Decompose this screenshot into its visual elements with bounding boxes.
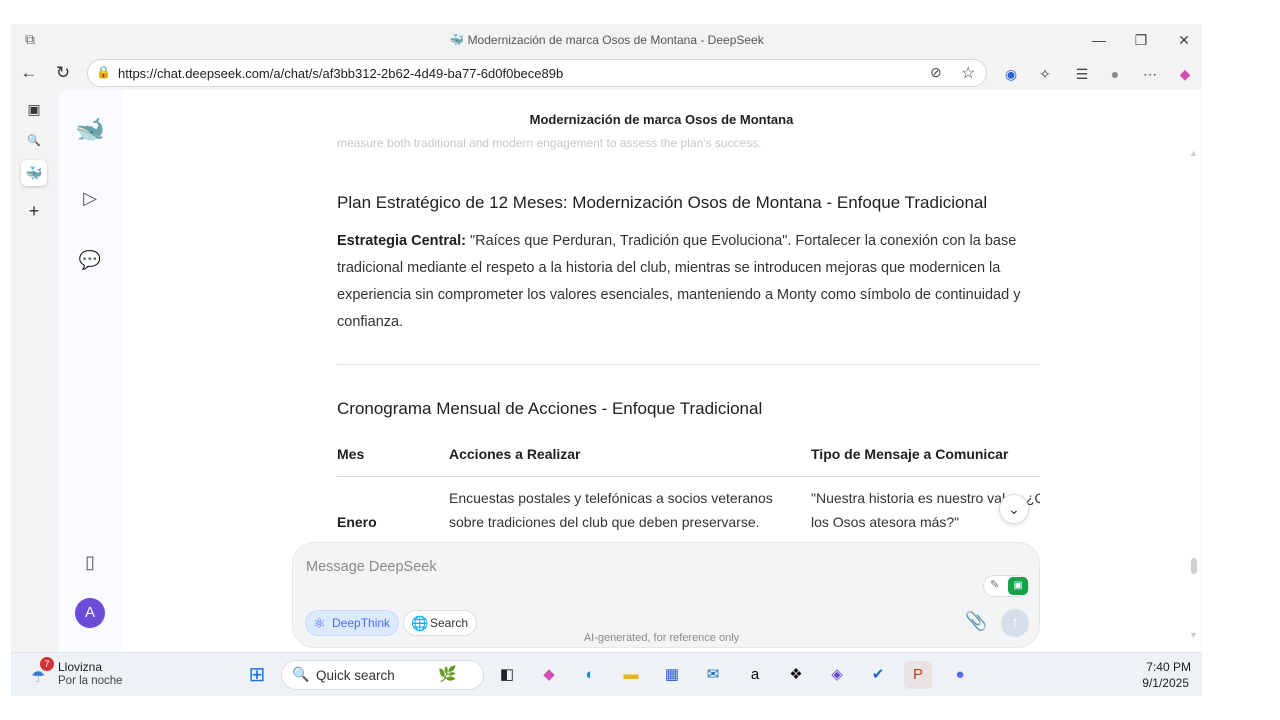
taskbar-search[interactable]: 🔍 Quick search 🌿: [281, 660, 484, 690]
strategy-paragraph: Estrategia Central: "Raíces que Perduran…: [337, 228, 1040, 336]
table-cell-message-line1: "Nuestra historia es nuestro val: [811, 490, 1006, 506]
table-header-line: [337, 476, 1040, 477]
screen: ⧉ 🐳 Modernización de marca Osos de Monta…: [0, 0, 1280, 720]
weather-badge: 7: [40, 657, 54, 671]
title-bar: ⧉ 🐳 Modernización de marca Osos de Monta…: [11, 24, 1202, 56]
extensions-puzzle-icon[interactable]: ✧: [1034, 63, 1056, 85]
table-cell-month: Enero: [337, 514, 377, 530]
table-header-actions: Acciones a Realizar: [449, 446, 581, 462]
file-explorer-icon[interactable]: ▬: [617, 661, 645, 689]
deepseek-tab-icon: 🐳: [449, 33, 465, 47]
refresh-icon[interactable]: ↻: [51, 62, 75, 84]
writing-assistant-widget[interactable]: ✎ ▣: [983, 575, 1029, 597]
dropbox-icon[interactable]: ❖: [782, 661, 810, 689]
message-input[interactable]: Message DeepSeek: [306, 559, 437, 575]
weather-widget[interactable]: ☂ 7 Llovizna Por la noche: [29, 657, 139, 691]
page-viewport: 🐋 ▷ 💬 ▯ A Modernización de marca Osos de…: [58, 90, 1201, 652]
store-icon[interactable]: ▦: [658, 661, 686, 689]
close-button[interactable]: ✕: [1172, 30, 1196, 50]
amazon-icon[interactable]: a: [741, 661, 769, 689]
window-title-text: Modernización de marca Osos de Montana -…: [467, 33, 764, 47]
taskbar-time[interactable]: 7:40 PM: [1111, 660, 1191, 674]
table-header-month: Mes: [337, 446, 365, 462]
strategy-label: Estrategia Central:: [337, 233, 466, 249]
taskbar-date[interactable]: 9/1/2025: [1111, 676, 1189, 690]
ai-footnote: AI-generated, for reference only: [583, 632, 740, 644]
search-label: Search: [430, 616, 469, 630]
search-highlight-icon: 🌿: [438, 666, 457, 683]
page-scrollbar[interactable]: [1191, 558, 1197, 574]
deepseek-app-icon[interactable]: 🐳: [21, 160, 47, 186]
open-sidebar-icon[interactable]: ▷: [74, 182, 106, 214]
scroll-down-button[interactable]: ⌄: [999, 494, 1029, 524]
divider: [337, 364, 1040, 365]
todo-icon[interactable]: ✔: [864, 661, 892, 689]
edge-sidebar: ▣ 🔍 🐳 +: [11, 90, 57, 652]
table-cell-action-line1: Encuestas postales y telefónicas a socio…: [449, 490, 773, 506]
add-app-icon[interactable]: +: [21, 198, 47, 224]
weather-title: Llovizna: [58, 660, 103, 674]
table-cell-message-line2: los Osos atesora más?": [811, 514, 960, 530]
mobile-app-icon[interactable]: ▯: [74, 546, 106, 578]
scroll-up-arrow[interactable]: ▲: [1189, 148, 1198, 158]
faded-previous-line: measure both traditional and modern enga…: [337, 136, 762, 150]
restore-button[interactable]: ❐: [1129, 30, 1153, 50]
assistant-icon: ▣: [1008, 577, 1028, 595]
pen-icon: ✎: [990, 579, 1000, 591]
taskbar: ☂ 7 Llovizna Por la noche ⊞ 🔍 Quick sear…: [11, 652, 1202, 696]
minimize-button[interactable]: —: [1087, 30, 1111, 50]
extension-circle-icon[interactable]: ◉: [1000, 63, 1022, 85]
m365-icon[interactable]: ◈: [823, 661, 851, 689]
window-title: 🐳 Modernización de marca Osos de Montana…: [11, 33, 1202, 47]
url-text[interactable]: https://chat.deepseek.com/a/chat/s/af3bb…: [118, 66, 563, 81]
favorite-star-icon[interactable]: ☆: [961, 63, 975, 83]
powerpoint-icon[interactable]: P: [904, 661, 932, 689]
schedule-heading: Cronograma Mensual de Acciones - Enfoque…: [337, 399, 763, 418]
browser-window: ⧉ 🐳 Modernización de marca Osos de Monta…: [11, 24, 1202, 652]
profile-icon[interactable]: ●: [1104, 63, 1126, 85]
address-bar[interactable]: 🔒 https://chat.deepseek.com/a/chat/s/af3…: [87, 59, 987, 87]
table-header-message: Tipo de Mensaje a Comunicar: [811, 446, 1009, 462]
taskbar-search-label: Quick search: [316, 668, 395, 683]
deepthink-label: DeepThink: [332, 616, 391, 630]
deepseek-logo-icon[interactable]: 🐋: [74, 114, 106, 146]
site-info-icon[interactable]: 🔒: [96, 65, 111, 79]
more-menu-icon[interactable]: ⋯: [1139, 63, 1161, 85]
deepseek-sidebar: 🐋 ▷ 💬 ▯ A: [58, 90, 122, 652]
copilot-icon[interactable]: ◆: [1174, 63, 1196, 85]
table-cell-action-line2: sobre tradiciones del club que deben pre…: [449, 514, 760, 530]
chat-title: Modernización de marca Osos de Montana: [529, 112, 794, 127]
discord-icon[interactable]: ●: [946, 661, 974, 689]
avatar[interactable]: A: [75, 598, 105, 628]
edge-taskbar-icon[interactable]: ◐: [576, 661, 604, 689]
plan-heading: Plan Estratégico de 12 Meses: Modernizac…: [337, 193, 988, 212]
back-icon[interactable]: ←: [17, 62, 41, 84]
task-view-icon[interactable]: ◧: [493, 661, 521, 689]
tracking-prevention-icon[interactable]: ⊘: [930, 64, 942, 81]
avatar-letter: A: [84, 604, 95, 621]
tab-actions-icon[interactable]: ▣: [21, 96, 47, 122]
weather-subtitle: Por la noche: [58, 675, 123, 687]
taskbar-search-icon: 🔍: [292, 666, 310, 682]
chat-content: measure both traditional and modern enga…: [337, 130, 1040, 550]
outlook-icon[interactable]: ✉: [699, 661, 727, 689]
copilot-taskbar-icon[interactable]: ◆: [535, 661, 563, 689]
new-chat-icon[interactable]: 💬: [74, 244, 106, 276]
favorites-list-icon[interactable]: ☰: [1071, 63, 1093, 85]
address-row: ← ↻ 🔒 https://chat.deepseek.com/a/chat/s…: [11, 56, 1202, 90]
search-icon[interactable]: 🔍: [21, 128, 47, 154]
start-icon[interactable]: ⊞: [243, 661, 271, 689]
